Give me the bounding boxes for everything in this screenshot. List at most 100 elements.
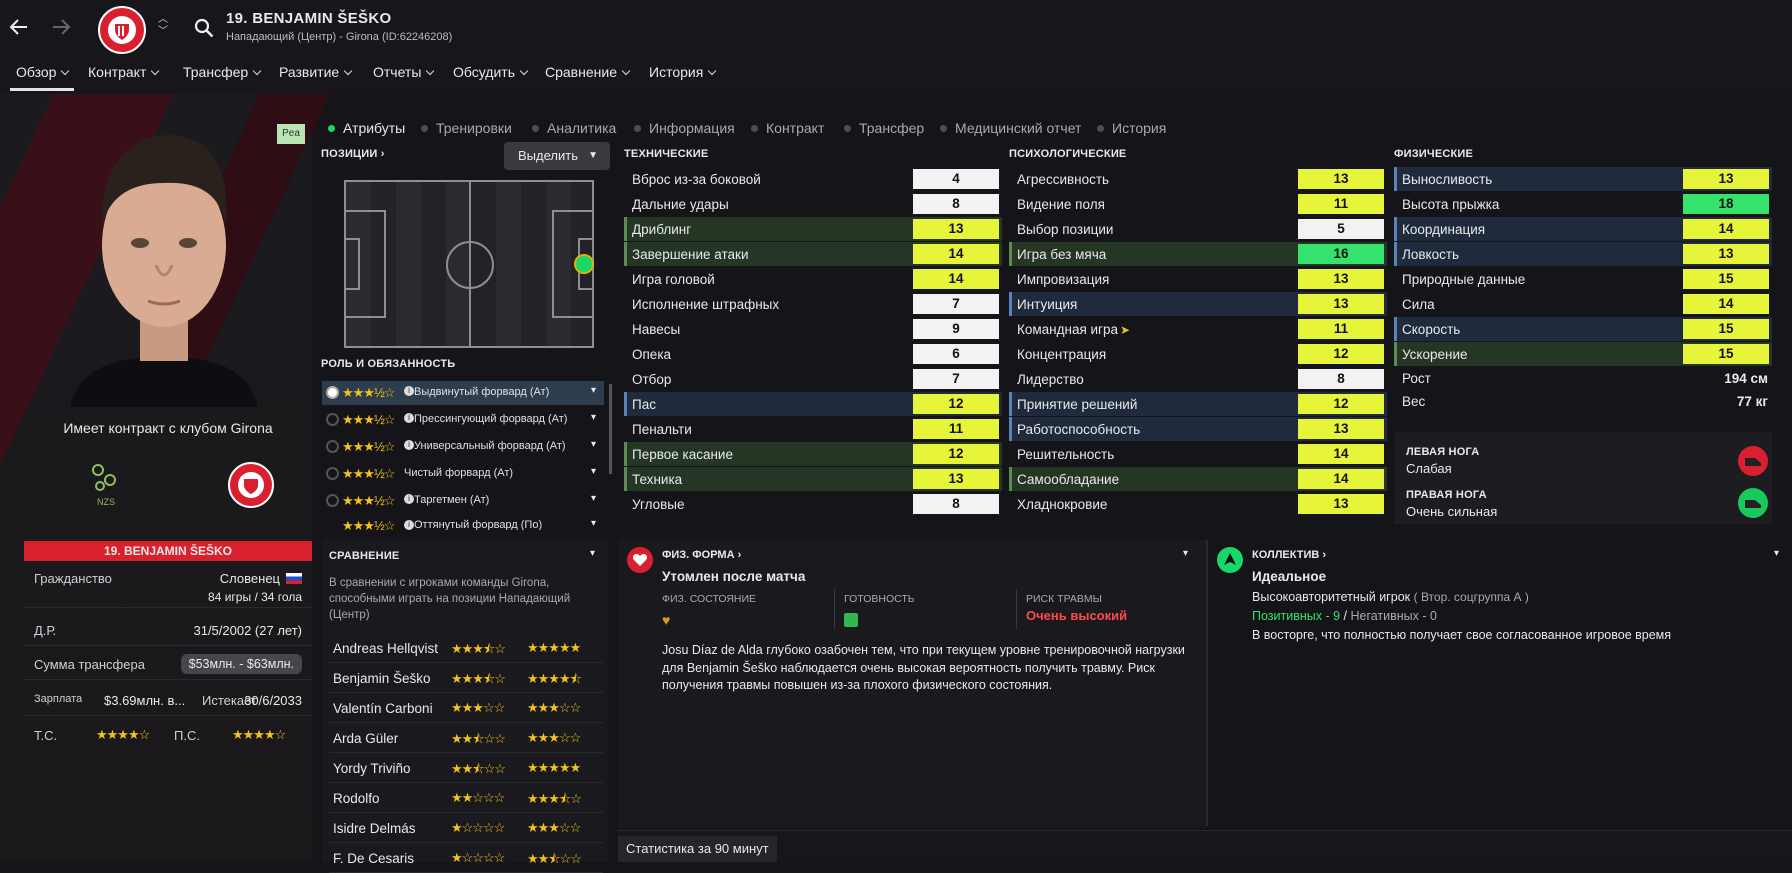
info-icon[interactable]: i bbox=[404, 494, 414, 504]
info-icon[interactable]: i bbox=[404, 386, 414, 396]
role-item[interactable]: ★★★½☆ i Выдвинутый форвард (Ат) ▾ bbox=[322, 381, 604, 405]
attribute-row[interactable]: Импровизация 13 bbox=[1009, 267, 1387, 291]
attribute-row[interactable]: Работоспособность 13 bbox=[1009, 417, 1387, 441]
nav-history[interactable]: История bbox=[649, 64, 715, 80]
club-switch-chevrons-icon[interactable]: ︿ ﹀ bbox=[158, 14, 168, 38]
role-item[interactable]: ★★★½☆ i Оттянутый форвард (По) ▾ bbox=[322, 516, 604, 530]
chevron-down-icon[interactable]: ▾ bbox=[591, 493, 596, 504]
role-item[interactable]: ★★★½☆ i Прессингующий форвард (Ат) ▾ bbox=[322, 408, 604, 432]
attribute-row[interactable]: Скорость 15 bbox=[1394, 317, 1772, 341]
club-crest-icon[interactable] bbox=[98, 6, 146, 54]
role-radio-selected-icon[interactable] bbox=[326, 386, 339, 399]
attribute-row[interactable]: Интуиция 13 bbox=[1009, 292, 1387, 316]
position-marker-striker[interactable] bbox=[574, 254, 594, 274]
forward-arrow-icon[interactable] bbox=[50, 16, 72, 38]
attribute-row[interactable]: Координация 14 bbox=[1394, 217, 1772, 241]
nav-overview[interactable]: Обзор bbox=[16, 64, 68, 80]
role-item[interactable]: ★★★½☆ i Универсальный форвард (Ат) ▾ bbox=[322, 435, 604, 459]
attribute-row[interactable]: Выбор позиции 5 bbox=[1009, 217, 1387, 241]
nav-compare[interactable]: Сравнение bbox=[545, 64, 629, 80]
nav-discuss[interactable]: Обсудить bbox=[453, 64, 527, 80]
comparison-row[interactable]: Benjamin Šeško ★★★⯪☆ ★★★★⯪ bbox=[329, 665, 603, 693]
stats-tab[interactable]: Статистика за 90 минут bbox=[618, 836, 777, 862]
subtab-info[interactable]: Информация bbox=[634, 120, 735, 136]
info-icon[interactable]: i bbox=[404, 440, 414, 450]
chevron-down-icon[interactable]: ▾ bbox=[591, 385, 596, 396]
attribute-row[interactable]: Дриблинг 13 bbox=[624, 217, 1002, 241]
nav-transfer[interactable]: Трансфер bbox=[183, 64, 260, 80]
info-icon[interactable]: i bbox=[404, 520, 414, 530]
attribute-row[interactable]: Игра головой 14 bbox=[624, 267, 1002, 291]
team-title[interactable]: КОЛЛЕКТИВ › bbox=[1252, 549, 1326, 561]
reputation-badge[interactable]: Pea bbox=[277, 124, 305, 144]
nav-development[interactable]: Развитие bbox=[279, 64, 351, 80]
attribute-row[interactable]: Принятие решений 12 bbox=[1009, 392, 1387, 416]
positions-title[interactable]: ПОЗИЦИИ › bbox=[321, 148, 385, 160]
agency-logo-icon[interactable]: NZS bbox=[86, 460, 126, 507]
attribute-row[interactable]: Высота прыжка 18 bbox=[1394, 192, 1772, 216]
comparison-row[interactable]: Yordy Triviño ★★⯪☆☆ ★★★★★ bbox=[329, 755, 603, 783]
attribute-row[interactable]: Ловкость 13 bbox=[1394, 242, 1772, 266]
attribute-row[interactable]: Первое касание 12 bbox=[624, 442, 1002, 466]
club-logo-icon[interactable] bbox=[228, 462, 274, 508]
attribute-row[interactable]: Видение поля 11 bbox=[1009, 192, 1387, 216]
attribute-row[interactable]: Вброс из-за боковой 4 bbox=[624, 167, 1002, 191]
attribute-row[interactable]: Агрессивность 13 bbox=[1009, 167, 1387, 191]
roles-scrollbar[interactable] bbox=[609, 384, 612, 474]
attribute-row[interactable]: Решительность 14 bbox=[1009, 442, 1387, 466]
comparison-row[interactable]: Valentín Carboni ★★★☆☆ ★★★☆☆ bbox=[329, 695, 603, 723]
role-radio-icon[interactable] bbox=[326, 494, 339, 507]
comparison-row[interactable]: F. De Cesaris ★☆☆☆☆ ★★⯪☆☆ bbox=[329, 845, 603, 873]
highlight-select[interactable]: Выделить ▼ bbox=[504, 142, 610, 170]
comparison-row[interactable]: Rodolfo ★★☆☆☆ ★★★⯪☆ bbox=[329, 785, 603, 813]
subtab-history[interactable]: История bbox=[1097, 120, 1166, 136]
nav-reports[interactable]: Отчеты bbox=[373, 64, 433, 80]
subtab-analytics[interactable]: Аналитика bbox=[532, 120, 616, 136]
nav-contract[interactable]: Контракт bbox=[88, 64, 158, 80]
comparison-row[interactable]: Isidre Delmás ★☆☆☆☆ ★★★☆☆ bbox=[329, 815, 603, 843]
role-item[interactable]: ★★★½☆ i Таргетмен (Ат) ▾ bbox=[322, 489, 604, 513]
comparison-row[interactable]: Arda Güler ★★⯪☆☆ ★★★☆☆ bbox=[329, 725, 603, 753]
attribute-row[interactable]: Отбор 7 bbox=[624, 367, 1002, 391]
attribute-row[interactable]: Пас 12 bbox=[624, 392, 1002, 416]
attribute-row[interactable]: Командная игра 11 bbox=[1009, 317, 1387, 341]
attribute-row[interactable]: Завершение атаки 14 bbox=[624, 242, 1002, 266]
attribute-row[interactable]: Навесы 9 bbox=[624, 317, 1002, 341]
chevron-down-icon[interactable]: ▾ bbox=[591, 518, 596, 529]
role-item[interactable]: ★★★½☆ Чистый форвард (Ат) ▾ bbox=[322, 462, 604, 486]
chevron-down-icon[interactable]: ▾ bbox=[591, 412, 596, 423]
attribute-row[interactable]: Сила 14 bbox=[1394, 292, 1772, 316]
chevron-down-icon[interactable]: ▾ bbox=[591, 466, 596, 477]
chevron-down-icon[interactable]: ▾ bbox=[590, 548, 595, 559]
attribute-row[interactable]: Пенальти 11 bbox=[624, 417, 1002, 441]
attribute-row[interactable]: Техника 13 bbox=[624, 467, 1002, 491]
attribute-row[interactable]: Ускорение 15 bbox=[1394, 342, 1772, 366]
transfer-value[interactable]: $53млн. - $63млн. bbox=[180, 654, 302, 674]
attribute-row[interactable]: Исполнение штрафных 7 bbox=[624, 292, 1002, 316]
comparison-row[interactable]: Andreas Hellqvist ★★★⯪☆ ★★★★★ bbox=[329, 635, 603, 663]
search-icon[interactable] bbox=[194, 18, 214, 41]
attribute-row[interactable]: Дальние удары 8 bbox=[624, 192, 1002, 216]
attribute-row[interactable]: Лидерство 8 bbox=[1009, 367, 1387, 391]
role-radio-icon[interactable] bbox=[326, 440, 339, 453]
attribute-row[interactable]: Самообладание 14 bbox=[1009, 467, 1387, 491]
attribute-row[interactable]: Природные данные 15 bbox=[1394, 267, 1772, 291]
subtab-training[interactable]: Тренировки bbox=[421, 120, 512, 136]
attribute-row[interactable]: Опека 6 bbox=[624, 342, 1002, 366]
info-icon[interactable]: i bbox=[404, 413, 414, 423]
chevron-down-icon[interactable]: ▾ bbox=[591, 439, 596, 450]
attribute-row[interactable]: Концентрация 12 bbox=[1009, 342, 1387, 366]
subtab-transfer[interactable]: Трансфер bbox=[844, 120, 924, 136]
back-arrow-icon[interactable] bbox=[8, 16, 30, 38]
chevron-down-icon[interactable]: ▾ bbox=[1183, 548, 1188, 559]
role-radio-icon[interactable] bbox=[326, 467, 339, 480]
attribute-row[interactable]: Угловые 8 bbox=[624, 492, 1002, 516]
attribute-row[interactable]: Выносливость 13 bbox=[1394, 167, 1772, 191]
subtab-medical[interactable]: Медицинский отчет bbox=[940, 120, 1081, 136]
attribute-row[interactable]: Игра без мяча 16 bbox=[1009, 242, 1387, 266]
fitness-title[interactable]: ФИЗ. ФОРМА › bbox=[662, 549, 741, 561]
subtab-contract[interactable]: Контракт bbox=[751, 120, 824, 136]
subtab-attributes[interactable]: Атрибуты bbox=[328, 120, 405, 136]
attribute-row[interactable]: Хладнокровие 13 bbox=[1009, 492, 1387, 516]
chevron-down-icon[interactable]: ▾ bbox=[1774, 548, 1779, 559]
